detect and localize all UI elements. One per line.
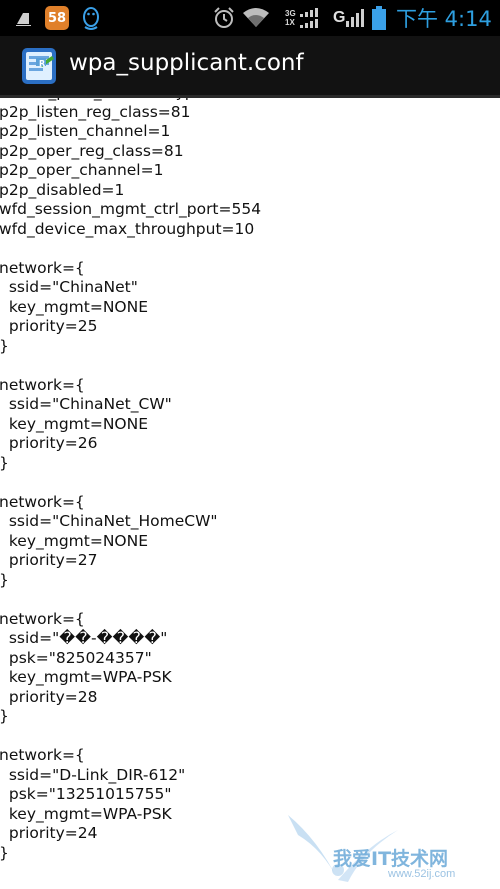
- notification-58-badge: 58: [45, 0, 69, 36]
- file-line: }: [0, 571, 261, 591]
- wifi-icon: [242, 0, 270, 36]
- battery-icon: [372, 0, 386, 36]
- network-type-stack: 3G 1X: [285, 0, 296, 36]
- file-line: }: [0, 844, 261, 864]
- file-line: p2p_listen_reg_class=81: [0, 102, 191, 121]
- file-line: network={: [0, 609, 85, 628]
- status-clock: 下午 4:14: [396, 0, 492, 36]
- title-bar: R wpa_supplicant.conf: [0, 36, 500, 98]
- file-text[interactable]: virtual_push_button keypadp2p_listen_reg…: [0, 98, 261, 863]
- file-line: p2p_disabled=1: [0, 180, 125, 199]
- file-line: [0, 239, 261, 259]
- file-line: key_mgmt=WPA-PSK: [0, 668, 172, 686]
- file-line: priority=28: [0, 687, 98, 706]
- file-line: ssid="ChinaNet_CW": [0, 395, 172, 413]
- file-content[interactable]: virtual_push_button keypadp2p_listen_reg…: [0, 98, 500, 889]
- file-line: p2p_oper_channel=1: [0, 161, 164, 179]
- file-line: wfd_session_mgmt_ctrl_port=554: [0, 200, 262, 218]
- file-line: [0, 473, 261, 493]
- notification-count: 58: [45, 6, 69, 30]
- file-line: wfd_device_max_throughput=10: [0, 219, 255, 238]
- file-line: key_mgmt=NONE: [0, 297, 149, 316]
- file-line: ssid="ChinaNet_HomeCW": [0, 512, 218, 530]
- file-line: ssid="D-Link_DIR-612": [0, 765, 186, 784]
- file-line: p2p_listen_channel=1: [0, 122, 171, 140]
- file-line: psk="13251015755": [0, 785, 172, 803]
- file-line: ssid="��-����": [0, 629, 168, 647]
- sd-card-icon: [14, 0, 34, 36]
- alarm-clock-icon: [212, 0, 236, 36]
- file-line: p2p_oper_reg_class=81: [0, 141, 184, 160]
- file-line: network={: [0, 258, 85, 277]
- file-line: [0, 727, 261, 747]
- file-line: ssid="ChinaNet": [0, 278, 138, 296]
- file-line: network={: [0, 492, 85, 511]
- file-line: }: [0, 337, 261, 357]
- file-line: key_mgmt=WPA-PSK: [0, 804, 172, 823]
- file-line: priority=26: [0, 434, 98, 452]
- file-line: [0, 356, 261, 376]
- file-line: key_mgmt=NONE: [0, 414, 149, 433]
- file-editor-app-icon[interactable]: R: [20, 46, 58, 86]
- network-type-label: G: [333, 9, 346, 26]
- file-line: network={: [0, 375, 85, 394]
- file-line: network={: [0, 746, 85, 764]
- net-bottom-label: 1X: [285, 18, 295, 27]
- file-line: priority=24: [0, 824, 98, 842]
- app-title: wpa_supplicant.conf: [69, 50, 304, 76]
- file-line: [0, 590, 261, 610]
- signal-icon: [346, 0, 366, 36]
- cdma-signal-icon: [300, 0, 320, 36]
- status-bar: 58 3G 1X G 下午 4:14: [0, 0, 500, 36]
- file-line: priority=27: [0, 551, 98, 569]
- file-line: psk="825024357": [0, 648, 152, 667]
- file-line: }: [0, 707, 261, 727]
- file-line: }: [0, 454, 261, 474]
- file-line: key_mgmt=NONE: [0, 531, 149, 550]
- gsm-type: G: [333, 0, 345, 36]
- net-top-label: 3G: [285, 9, 296, 18]
- svg-text:R: R: [39, 59, 45, 68]
- file-line: priority=25: [0, 317, 98, 335]
- clock-text: 下午 4:14: [396, 7, 492, 31]
- qq-penguin-icon: [80, 0, 102, 36]
